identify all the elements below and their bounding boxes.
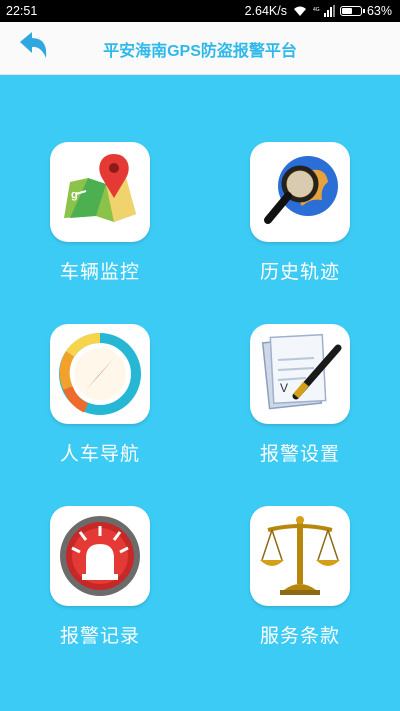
svg-text:4G: 4G xyxy=(313,7,320,13)
menu-item-service-terms[interactable]: 服务条款 xyxy=(230,506,370,648)
menu-label: 车辆监控 xyxy=(59,261,140,283)
menu-item-history-track[interactable]: 历史轨迹 xyxy=(230,142,370,284)
status-right: 2.64K/s 4G 63% xyxy=(245,4,392,18)
menu-item-alarm-settings[interactable]: V 报警设置 xyxy=(230,324,370,466)
network-speed: 2.64K/s xyxy=(244,4,287,18)
compass-icon xyxy=(59,332,141,415)
menu-label: 报警设置 xyxy=(259,443,340,465)
status-bar: 22:51 2.64K/s 4G 63% xyxy=(0,0,400,22)
menu-item-navigation[interactable]: 人车导航 xyxy=(30,324,170,466)
icon-box: g xyxy=(50,142,150,242)
menu-item-alarm-records[interactable]: 报警记录 xyxy=(30,506,170,648)
alarm-siren-icon xyxy=(60,516,140,596)
scales-icon xyxy=(260,516,340,595)
icon-box xyxy=(50,324,150,424)
wifi-icon xyxy=(293,6,306,16)
menu-label: 服务条款 xyxy=(259,625,340,647)
icon-box xyxy=(250,506,350,606)
svg-text:V: V xyxy=(280,381,288,395)
menu-label: 人车导航 xyxy=(59,443,140,465)
icon-box xyxy=(50,506,150,606)
menu-item-vehicle-monitor[interactable]: g 车辆监控 xyxy=(30,142,170,284)
battery-percent: 63% xyxy=(366,4,392,18)
menu-label: 历史轨迹 xyxy=(259,261,340,283)
signal-icon: 4G xyxy=(313,5,335,17)
status-time: 22:51 xyxy=(6,4,38,18)
map-pin-icon: g xyxy=(64,154,136,222)
svg-text:g: g xyxy=(71,189,78,201)
battery-icon xyxy=(339,6,365,16)
app-bar: 平安海南GPS防盗报警平台 xyxy=(0,22,400,75)
globe-magnifier-icon xyxy=(264,156,338,224)
icon-box: V xyxy=(250,324,350,424)
page-title: 平安海南GPS防盗报警平台 xyxy=(103,43,297,60)
menu-label: 报警记录 xyxy=(59,625,140,647)
icon-box xyxy=(250,142,350,242)
document-pen-icon: V xyxy=(261,333,342,410)
